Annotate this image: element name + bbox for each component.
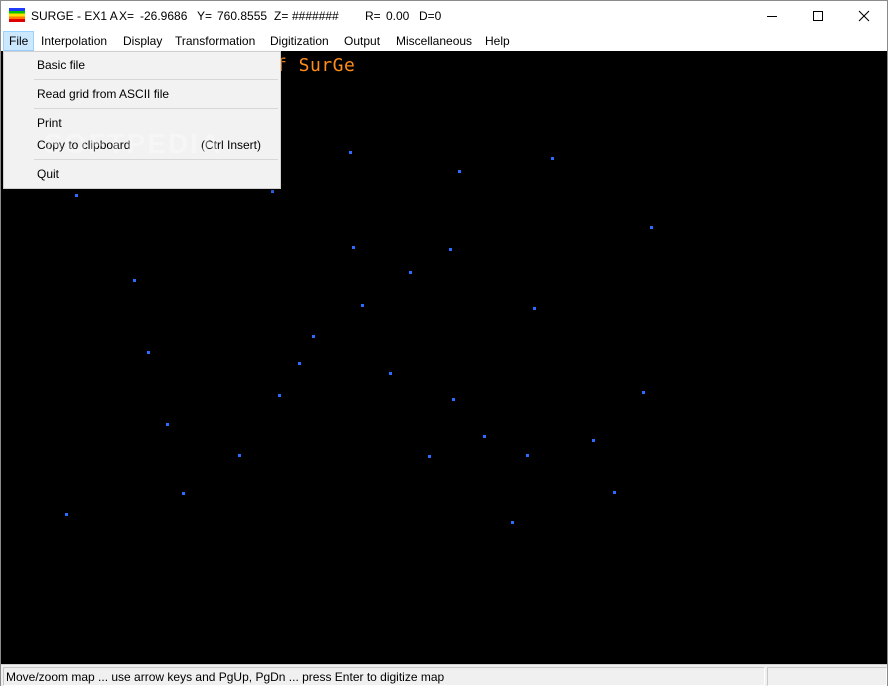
status-pane-secondary bbox=[767, 667, 887, 686]
menu-help[interactable]: Help bbox=[480, 32, 515, 50]
menu-display[interactable]: Display bbox=[118, 32, 167, 50]
maximize-icon bbox=[813, 11, 823, 21]
status-pane-message: Move/zoom map ... use arrow keys and PgU… bbox=[3, 667, 765, 686]
minimize-icon bbox=[767, 16, 777, 17]
data-point bbox=[278, 394, 281, 397]
z-coordinate-value: ####### bbox=[292, 9, 339, 23]
close-button[interactable] bbox=[841, 1, 887, 31]
status-bar: Move/zoom map ... use arrow keys and PgU… bbox=[1, 664, 887, 686]
data-point bbox=[65, 513, 68, 516]
canvas-title: f SurGe bbox=[276, 55, 356, 76]
softpedia-watermark: SOFTPEDIA bbox=[44, 128, 223, 159]
data-point bbox=[271, 190, 274, 193]
data-point bbox=[613, 491, 616, 494]
data-point bbox=[349, 151, 352, 154]
d-value: D=0 bbox=[419, 9, 442, 23]
data-point bbox=[75, 194, 78, 197]
minimize-button[interactable] bbox=[749, 1, 795, 31]
data-point bbox=[642, 391, 645, 394]
menu-item-quit[interactable]: Quit bbox=[37, 167, 59, 181]
status-message: Move/zoom map ... use arrow keys and PgU… bbox=[6, 670, 445, 684]
app-window: SURGE - EX1 A X= -26.9686 Y= 760.8555 Z=… bbox=[0, 0, 888, 686]
data-point bbox=[592, 439, 595, 442]
menu-digitization[interactable]: Digitization bbox=[265, 32, 334, 50]
window-title: SURGE - EX1 A bbox=[31, 9, 118, 23]
data-point bbox=[298, 362, 301, 365]
r-value-label: R= bbox=[365, 9, 381, 23]
data-point bbox=[551, 157, 554, 160]
data-point bbox=[352, 246, 355, 249]
menu-item-basic-file[interactable]: Basic file bbox=[37, 58, 85, 72]
title-bar[interactable]: SURGE - EX1 A X= -26.9686 Y= 760.8555 Z=… bbox=[1, 1, 887, 31]
menu-bar: File Interpolation Display Transformatio… bbox=[1, 31, 887, 51]
y-coordinate-value: 760.8555 bbox=[217, 9, 268, 23]
data-point bbox=[409, 271, 412, 274]
data-point bbox=[483, 435, 486, 438]
menu-file[interactable]: File bbox=[3, 31, 35, 51]
data-point bbox=[533, 307, 536, 310]
data-point bbox=[526, 454, 529, 457]
data-point bbox=[511, 521, 514, 524]
close-icon bbox=[858, 10, 870, 22]
data-point bbox=[166, 423, 169, 426]
menu-item-read-grid-ascii[interactable]: Read grid from ASCII file bbox=[37, 87, 169, 101]
data-point bbox=[458, 170, 461, 173]
data-point bbox=[182, 492, 185, 495]
file-menu-dropdown: Basic file Read grid from ASCII file Pri… bbox=[3, 51, 281, 189]
data-point bbox=[389, 372, 392, 375]
data-point bbox=[452, 398, 455, 401]
data-point bbox=[428, 455, 431, 458]
maximize-button[interactable] bbox=[795, 1, 841, 31]
data-point bbox=[147, 351, 150, 354]
y-coordinate-label: Y= bbox=[197, 9, 213, 23]
menu-miscellaneous[interactable]: Miscellaneous bbox=[391, 32, 477, 50]
x-coordinate-label: X= bbox=[119, 9, 135, 23]
r-value: 0.00 bbox=[386, 9, 410, 23]
data-point bbox=[449, 248, 452, 251]
data-point bbox=[238, 454, 241, 457]
z-coordinate-label: Z= bbox=[274, 9, 289, 23]
surge-app-icon[interactable] bbox=[9, 8, 25, 22]
menu-separator bbox=[34, 79, 278, 80]
data-point bbox=[312, 335, 315, 338]
data-point bbox=[361, 304, 364, 307]
data-point bbox=[650, 226, 653, 229]
menu-interpolation[interactable]: Interpolation bbox=[36, 32, 112, 50]
menu-output[interactable]: Output bbox=[339, 32, 385, 50]
menu-transformation[interactable]: Transformation bbox=[170, 32, 260, 50]
data-point bbox=[133, 279, 136, 282]
x-coordinate-value: -26.9686 bbox=[140, 9, 188, 23]
menu-separator bbox=[34, 108, 278, 109]
